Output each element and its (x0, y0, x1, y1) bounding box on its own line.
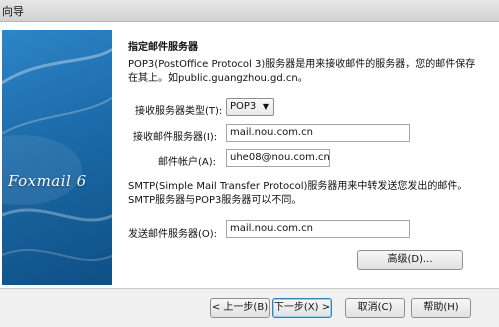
outgoing-server-input[interactable]: mail.nou.com.cn (226, 220, 410, 238)
account-input[interactable]: uhe08@nou.com.cn (226, 149, 330, 167)
server-type-value: POP3 (230, 101, 257, 112)
incoming-server-input[interactable]: mail.nou.com.cn (226, 124, 410, 142)
advanced-button[interactable]: 高级(D)... (357, 250, 463, 270)
chevron-down-icon: ▼ (262, 102, 269, 111)
back-button[interactable]: < 上一步(B) (210, 298, 270, 318)
smtp-description: SMTP(Simple Mail Transfer Protocol)服务器用来… (128, 180, 473, 208)
title-bar: 向导 (0, 0, 499, 22)
page-title: 指定邮件服务器 (128, 42, 198, 53)
account-label: 邮件帐户(A): (158, 157, 217, 168)
pop3-description: POP3(PostOffice Protocol 3)服务器是用来接收邮件的服务… (128, 58, 476, 86)
smtp-description-line: SMTP(Simple Mail Transfer Protocol)服务器用来… (128, 181, 468, 192)
server-type-label: 接收服务器类型(T): (135, 106, 223, 117)
foxmail-side-banner: Foxmail 6 (2, 30, 112, 285)
outgoing-server-label: 发送邮件服务器(O): (128, 229, 218, 240)
pop3-description-line: POP3(PostOffice Protocol 3)服务器是用来接收邮件的服务… (128, 59, 476, 70)
help-button[interactable]: 帮助(H) (411, 298, 471, 318)
window-title: 向导 (2, 5, 24, 18)
swirl-graphic (2, 47, 112, 261)
smtp-description-line: SMTP服务器与POP3服务器可以不同。 (128, 195, 302, 206)
server-type-select[interactable]: POP3 ▼ (226, 98, 274, 116)
cancel-button[interactable]: 取消(C) (345, 298, 405, 318)
next-button[interactable]: 下一步(X) > (272, 298, 332, 318)
incoming-server-label: 接收邮件服务器(I): (133, 132, 218, 143)
foxmail-logo: Foxmail 6 (8, 172, 87, 190)
pop3-description-line: 在其上。如public.guangzhou.gd.cn。 (128, 73, 308, 84)
